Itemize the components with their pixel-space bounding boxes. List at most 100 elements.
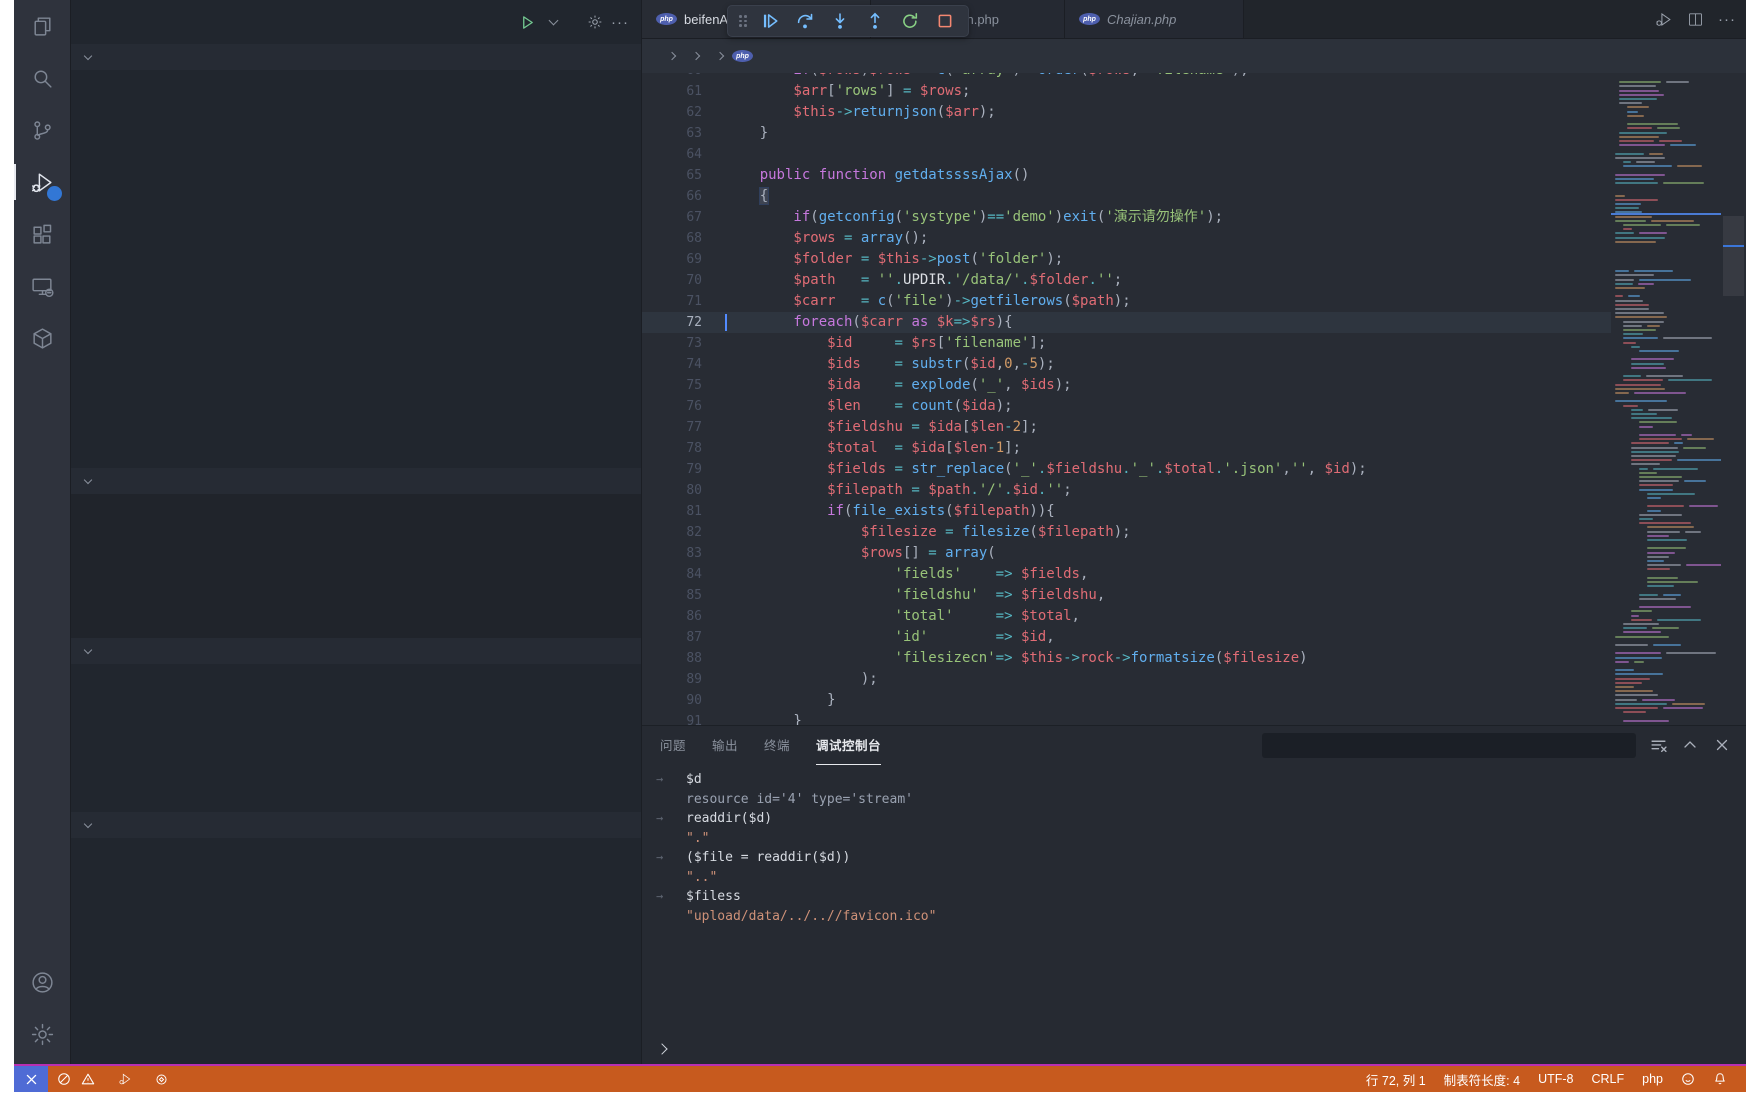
tab-output[interactable]: 输出 bbox=[712, 726, 738, 765]
code-line[interactable]: 90} bbox=[642, 690, 1611, 711]
code-line[interactable]: 61$arr['rows'] = $rows; bbox=[642, 81, 1611, 102]
variables-section-header[interactable] bbox=[71, 44, 641, 70]
problems-status[interactable] bbox=[48, 1066, 109, 1092]
code-line[interactable]: 87'id' => $id, bbox=[642, 627, 1611, 648]
console-entry[interactable]: ".." bbox=[642, 868, 1746, 888]
console-entry[interactable]: "upload/data/../..//favicon.ico" bbox=[642, 907, 1746, 927]
code-line[interactable]: 68$rows = array(); bbox=[642, 228, 1611, 249]
code-line[interactable]: 64 bbox=[642, 144, 1611, 165]
code-line[interactable]: 65public function getdatssssAjax() bbox=[642, 165, 1611, 186]
clear-console-icon[interactable] bbox=[1648, 735, 1668, 755]
xdebug-status[interactable] bbox=[109, 1066, 146, 1092]
code-line[interactable]: 66{ bbox=[642, 186, 1611, 207]
callstack-section-header[interactable] bbox=[71, 638, 641, 664]
extensions-icon[interactable] bbox=[14, 208, 70, 260]
console-input-row[interactable] bbox=[642, 1034, 1746, 1064]
code-line[interactable]: 80$filepath = $path.'/'.$id.''; bbox=[642, 480, 1611, 501]
continue-button[interactable] bbox=[758, 9, 782, 33]
tab-problems[interactable]: 问题 bbox=[660, 726, 686, 765]
code-line[interactable]: 81if(file_exists($filepath)){ bbox=[642, 501, 1611, 522]
console-entry[interactable]: →($file = readdir($d)) bbox=[642, 848, 1746, 868]
code-line[interactable]: 89); bbox=[642, 669, 1611, 690]
status-item[interactable]: UTF-8 bbox=[1529, 1066, 1582, 1092]
status-item[interactable]: 制表符长度: 4 bbox=[1435, 1066, 1529, 1092]
code-line[interactable]: 70$path = ''.UPDIR.'/data/'.$folder.''; bbox=[642, 270, 1611, 291]
stop-button[interactable] bbox=[933, 9, 957, 33]
code-line[interactable]: 69$folder = $this->post('folder'); bbox=[642, 249, 1611, 270]
console-entry[interactable]: →readdir($d) bbox=[642, 809, 1746, 829]
console-entry[interactable]: →$d bbox=[642, 770, 1746, 790]
debug-settings-gear-icon[interactable] bbox=[587, 14, 603, 30]
watch-section-header[interactable] bbox=[71, 468, 641, 494]
debug-console-output[interactable]: →$dresource id='4' type='stream'→readdir… bbox=[642, 764, 1746, 1064]
feedback-icon[interactable] bbox=[1672, 1066, 1704, 1092]
launch-config-select[interactable] bbox=[543, 20, 557, 24]
sidebar-more-actions-icon[interactable]: ··· bbox=[611, 14, 629, 31]
activity-bar bbox=[14, 0, 71, 1064]
settings-gear-icon[interactable] bbox=[14, 1008, 70, 1060]
source-control-icon[interactable] bbox=[14, 104, 70, 156]
account-icon[interactable] bbox=[14, 956, 70, 1008]
code-line[interactable]: 86'total' => $total, bbox=[642, 606, 1611, 627]
status-item[interactable]: 行 72, 列 1 bbox=[1357, 1066, 1435, 1092]
code-line[interactable]: 76$len = count($ida); bbox=[642, 396, 1611, 417]
line-number: 82 bbox=[642, 522, 726, 543]
code-line[interactable]: 71$carr = c('file')->getfilerows($path); bbox=[642, 291, 1611, 312]
code-line[interactable]: 88'filesizecn'=> $this->rock->formatsize… bbox=[642, 648, 1611, 669]
package-icon[interactable] bbox=[14, 312, 70, 364]
code-line[interactable]: 84'fields' => $fields, bbox=[642, 564, 1611, 585]
editor-more-actions-icon[interactable]: ··· bbox=[1718, 11, 1736, 28]
bell-icon[interactable] bbox=[1704, 1066, 1736, 1092]
code-line[interactable]: 83$rows[] = array( bbox=[642, 543, 1611, 564]
php-file-icon: php bbox=[732, 50, 753, 62]
minimap[interactable] bbox=[1611, 73, 1721, 725]
code-line[interactable]: 91} bbox=[642, 711, 1611, 725]
explorer-icon[interactable] bbox=[14, 0, 70, 52]
code-line[interactable]: 73$id = $rs['filename']; bbox=[642, 333, 1611, 354]
search-icon[interactable] bbox=[14, 52, 70, 104]
remote-indicator[interactable] bbox=[14, 1066, 48, 1092]
close-panel-icon[interactable] bbox=[1712, 735, 1732, 755]
code-line[interactable]: 78$total = $ida[$len-1]; bbox=[642, 438, 1611, 459]
chevron-down-icon bbox=[84, 51, 92, 59]
tab-label: Chajian.php bbox=[1107, 12, 1176, 27]
code-line[interactable]: 67if(getconfig('systype')=='demo')exit('… bbox=[642, 207, 1611, 228]
restart-button[interactable] bbox=[898, 9, 922, 33]
step-over-button[interactable] bbox=[793, 9, 817, 33]
tab-debug-console[interactable]: 调试控制台 bbox=[816, 726, 881, 765]
code-line[interactable]: 74$ids = substr($id,0,-5); bbox=[642, 354, 1611, 375]
tabnine-status[interactable] bbox=[146, 1066, 182, 1092]
code-line[interactable]: 79$fields = str_replace('_'.$fieldshu.'_… bbox=[642, 459, 1611, 480]
start-debug-icon[interactable] bbox=[520, 15, 535, 30]
console-entry[interactable]: "." bbox=[642, 829, 1746, 849]
code-line[interactable]: 62$this->returnjson($arr); bbox=[642, 102, 1611, 123]
step-out-button[interactable] bbox=[863, 9, 887, 33]
console-entry[interactable]: resource id='4' type='stream' bbox=[642, 790, 1746, 810]
code-editor[interactable]: 60if($rows)$rows = c('array')->order($ro… bbox=[642, 73, 1746, 725]
remote-explorer-icon[interactable] bbox=[14, 260, 70, 312]
split-editor-icon[interactable] bbox=[1687, 11, 1704, 28]
run-or-debug-icon[interactable] bbox=[1654, 10, 1673, 29]
code-line[interactable]: 72foreach($carr as $k=>$rs){ bbox=[642, 312, 1611, 333]
status-item[interactable]: CRLF bbox=[1582, 1066, 1633, 1092]
tab-terminal[interactable]: 终端 bbox=[764, 726, 790, 765]
run-and-debug-icon[interactable] bbox=[14, 156, 70, 208]
scrollbar-thumb[interactable] bbox=[1723, 216, 1744, 296]
breakpoints-section-header[interactable] bbox=[71, 812, 641, 838]
debug-badge bbox=[47, 186, 62, 201]
editor-tab[interactable]: phpChajian.php bbox=[1065, 0, 1244, 38]
code-line[interactable]: 82$filesize = filesize($filepath); bbox=[642, 522, 1611, 543]
code-line[interactable]: 60if($rows)$rows = c('array')->order($ro… bbox=[642, 73, 1611, 81]
step-into-button[interactable] bbox=[828, 9, 852, 33]
maximize-panel-icon[interactable] bbox=[1680, 735, 1700, 755]
console-filter-input[interactable] bbox=[1262, 733, 1636, 758]
code-line[interactable]: 75$ida = explode('_', $ids); bbox=[642, 375, 1611, 396]
code-line[interactable]: 85'fieldshu' => $fieldshu, bbox=[642, 585, 1611, 606]
editor-scrollbar[interactable] bbox=[1721, 73, 1746, 725]
code-line[interactable]: 63} bbox=[642, 123, 1611, 144]
toolbar-drag-handle[interactable] bbox=[739, 15, 747, 27]
status-item[interactable]: php bbox=[1633, 1066, 1672, 1092]
line-number: 80 bbox=[642, 480, 726, 501]
console-entry[interactable]: →$filess bbox=[642, 887, 1746, 907]
code-line[interactable]: 77$fieldshu = $ida[$len-2]; bbox=[642, 417, 1611, 438]
